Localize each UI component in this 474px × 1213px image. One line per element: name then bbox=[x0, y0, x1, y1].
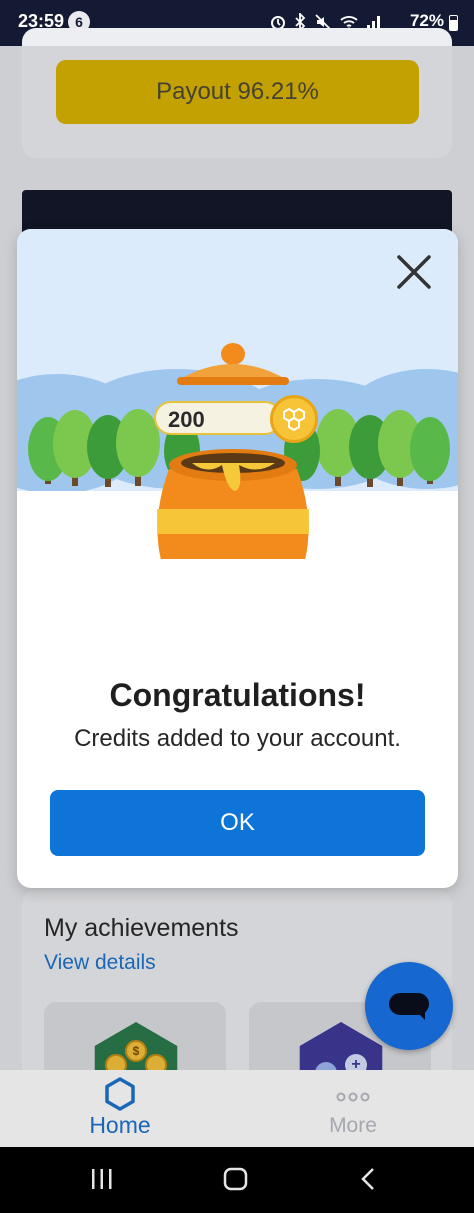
modal-title: Congratulations! bbox=[109, 677, 366, 713]
credits-amount-pill: 200 bbox=[154, 401, 282, 435]
close-button[interactable] bbox=[393, 251, 435, 293]
back-icon[interactable] bbox=[358, 1165, 378, 1193]
ok-button[interactable]: OK bbox=[50, 790, 425, 856]
credits-modal: 200 Congratulations! Credits added to yo… bbox=[17, 229, 458, 888]
battery-icon bbox=[449, 15, 458, 31]
modal-message: Credits added to your account. bbox=[74, 725, 401, 752]
recent-apps-icon[interactable] bbox=[90, 1165, 114, 1193]
system-navigation-bar bbox=[0, 1147, 474, 1213]
honeycomb-coin-icon bbox=[270, 395, 318, 443]
honey-pot-illustration bbox=[17, 229, 458, 559]
home-system-icon[interactable] bbox=[223, 1165, 249, 1193]
close-icon bbox=[397, 255, 431, 289]
credits-amount: 200 bbox=[168, 407, 205, 432]
